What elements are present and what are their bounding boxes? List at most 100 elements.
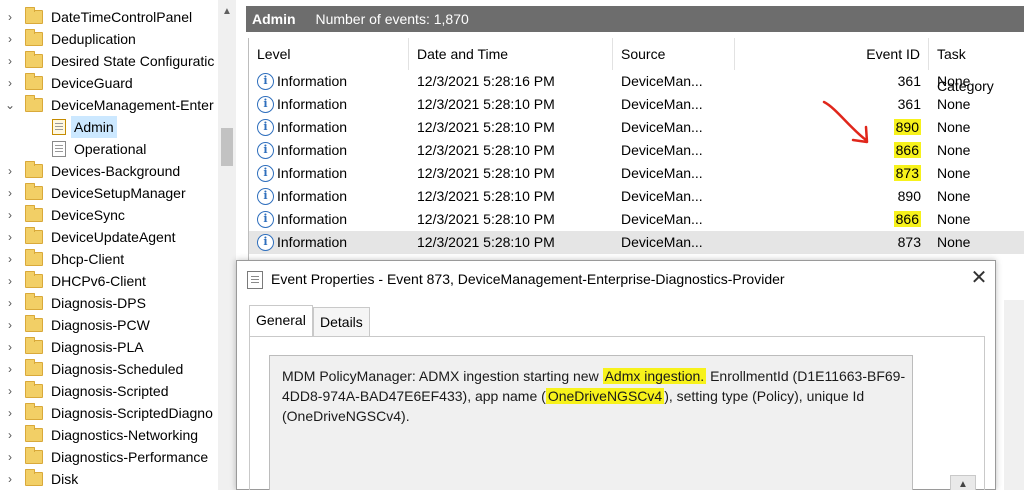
tree-folder-item[interactable]: › Disk: [0, 468, 218, 490]
chevron-right-icon[interactable]: ›: [4, 226, 16, 248]
right-scroll-strip[interactable]: [1004, 300, 1024, 490]
chevron-right-icon[interactable]: ›: [4, 182, 16, 204]
event-row[interactable]: i Information 12/3/2021 5:28:10 PM DeviceMa…: [249, 93, 1024, 116]
cell-event-id: 361: [898, 93, 921, 116]
folder-icon: [25, 337, 43, 354]
tree-folder-item[interactable]: ⌄ DeviceManagement-Enter: [0, 94, 218, 116]
scroll-up-icon[interactable]: ▲: [950, 475, 976, 490]
tree-scrollbar-thumb[interactable]: [221, 128, 233, 166]
tree-item-label: Deduplication: [51, 31, 136, 47]
tree-folder-item[interactable]: › Diagnosis-Scheduled: [0, 358, 218, 380]
tree-folder-item[interactable]: › DeviceUpdateAgent: [0, 226, 218, 248]
chevron-right-icon[interactable]: ›: [4, 380, 16, 402]
folder-icon: [25, 183, 43, 200]
cell-datetime: 12/3/2021 5:28:10 PM: [417, 96, 555, 112]
events-table: Level Date and Time Source Event ID Task…: [248, 38, 1024, 260]
column-header-datetime[interactable]: Date and Time: [409, 38, 613, 70]
chevron-right-icon[interactable]: ›: [4, 468, 16, 490]
cell-level: Information: [277, 188, 348, 204]
tree-folder-item[interactable]: › Diagnostics-Performance: [0, 446, 218, 468]
event-properties-dialog: Event Properties - Event 873, DeviceMana…: [236, 260, 996, 490]
chevron-right-icon[interactable]: ›: [4, 6, 16, 28]
tree-scrollbar[interactable]: ▲: [218, 0, 236, 490]
log-icon: [52, 119, 66, 135]
column-header-event-id[interactable]: Event ID: [735, 38, 929, 70]
tree-folder-item[interactable]: › Deduplication: [0, 28, 218, 50]
dialog-title: Event Properties - Event 873, DeviceMana…: [271, 271, 785, 287]
cell-task-category: None: [937, 234, 971, 250]
tree-item-label: Diagnosis-DPS: [51, 295, 146, 311]
chevron-right-icon[interactable]: ›: [4, 204, 16, 226]
column-header-level[interactable]: Level: [249, 38, 409, 70]
cell-source: DeviceMan...: [621, 165, 703, 181]
event-log-icon: [247, 271, 263, 289]
information-icon: i: [257, 73, 274, 90]
chevron-right-icon[interactable]: ›: [4, 358, 16, 380]
tree-folder-item[interactable]: › DeviceGuard: [0, 72, 218, 94]
event-row[interactable]: i Information 12/3/2021 5:28:16 PM DeviceMa…: [249, 70, 1024, 93]
chevron-right-icon[interactable]: ›: [4, 336, 16, 358]
scroll-up-icon[interactable]: ▲: [222, 6, 232, 17]
tree-folder-item[interactable]: › Dhcp-Client: [0, 248, 218, 270]
tree-folder-item[interactable]: › Diagnosis-ScriptedDiagno: [0, 402, 218, 424]
event-row[interactable]: i Information 12/3/2021 5:28:10 PM DeviceMa…: [249, 116, 1024, 139]
cell-datetime: 12/3/2021 5:28:16 PM: [417, 73, 555, 89]
event-row[interactable]: i Information 12/3/2021 5:28:10 PM DeviceMa…: [249, 208, 1024, 231]
cell-datetime: 12/3/2021 5:28:10 PM: [417, 188, 555, 204]
folder-icon: [25, 227, 43, 244]
tree-folder-item[interactable]: › Diagnosis-DPS: [0, 292, 218, 314]
tree-log-item[interactable]: Admin: [0, 116, 218, 138]
folder-icon: [25, 425, 43, 442]
cell-datetime: 12/3/2021 5:28:10 PM: [417, 119, 555, 135]
chevron-right-icon[interactable]: ›: [4, 446, 16, 468]
tree-folder-item[interactable]: › DateTimeControlPanel: [0, 6, 218, 28]
chevron-right-icon[interactable]: ›: [4, 72, 16, 94]
folder-icon: [25, 469, 43, 486]
tree-folder-item[interactable]: › Diagnostics-Networking: [0, 424, 218, 446]
event-message-box[interactable]: MDM PolicyManager: ADMX ingestion starti…: [269, 355, 913, 490]
message-highlight: OneDriveNGSCv4: [545, 388, 665, 404]
tree-folder-item[interactable]: › Devices-Background: [0, 160, 218, 182]
chevron-right-icon[interactable]: ›: [4, 50, 16, 72]
tree-folder-item[interactable]: › Diagnosis-Scripted: [0, 380, 218, 402]
chevron-right-icon[interactable]: ›: [4, 28, 16, 50]
tree-folder-item[interactable]: › DeviceSync: [0, 204, 218, 226]
tree-log-item[interactable]: Operational: [0, 138, 218, 160]
log-tree: › DateTimeControlPanel › Deduplication › Desi…: [0, 0, 236, 490]
tree-item-label: Diagnosis-Scheduled: [51, 361, 184, 377]
column-header-source[interactable]: Source: [613, 38, 735, 70]
chevron-right-icon[interactable]: ›: [4, 402, 16, 424]
event-id-value: 890: [897, 188, 921, 204]
chevron-right-icon[interactable]: ›: [4, 424, 16, 446]
log-title: Admin: [252, 11, 296, 27]
chevron-right-icon[interactable]: ›: [4, 292, 16, 314]
event-row[interactable]: i Information 12/3/2021 5:28:10 PM DeviceMa…: [249, 162, 1024, 185]
tree-folder-item[interactable]: › Desired State Configuratic: [0, 50, 218, 72]
tree-item-label: Operational: [74, 141, 147, 157]
event-row[interactable]: i Information 12/3/2021 5:28:10 PM DeviceMa…: [249, 185, 1024, 208]
column-header-task-category[interactable]: Task Category: [929, 38, 1024, 94]
chevron-right-icon[interactable]: ›: [4, 270, 16, 292]
chevron-down-icon[interactable]: ⌄: [4, 94, 16, 116]
cell-source: DeviceMan...: [621, 73, 703, 89]
folder-icon: [25, 403, 43, 420]
tab-general[interactable]: General: [249, 305, 313, 337]
tree-folder-item[interactable]: › Diagnosis-PCW: [0, 314, 218, 336]
tree-folder-item[interactable]: › DeviceSetupManager: [0, 182, 218, 204]
message-text: MDM PolicyManager: ADMX ingestion starti…: [282, 368, 603, 384]
tree-item-label: Dhcp-Client: [51, 251, 125, 267]
cell-event-id: 866: [893, 139, 921, 162]
chevron-right-icon[interactable]: ›: [4, 160, 16, 182]
cell-task-category: None: [937, 119, 971, 135]
cell-source: DeviceMan...: [621, 119, 703, 135]
chevron-right-icon[interactable]: ›: [4, 314, 16, 336]
event-row[interactable]: i Information 12/3/2021 5:28:10 PM DeviceMa…: [249, 139, 1024, 162]
tab-details[interactable]: Details: [313, 307, 370, 337]
tree-item-label: Diagnosis-PCW: [51, 317, 150, 333]
close-icon[interactable]: ✕: [968, 265, 990, 291]
chevron-right-icon[interactable]: ›: [4, 248, 16, 270]
tree-folder-item[interactable]: › DHCPv6-Client: [0, 270, 218, 292]
tree-folder-item[interactable]: › Diagnosis-PLA: [0, 336, 218, 358]
event-row[interactable]: i Information 12/3/2021 5:28:10 PM DeviceMa…: [249, 231, 1024, 254]
event-message: MDM PolicyManager: ADMX ingestion starti…: [282, 366, 910, 426]
